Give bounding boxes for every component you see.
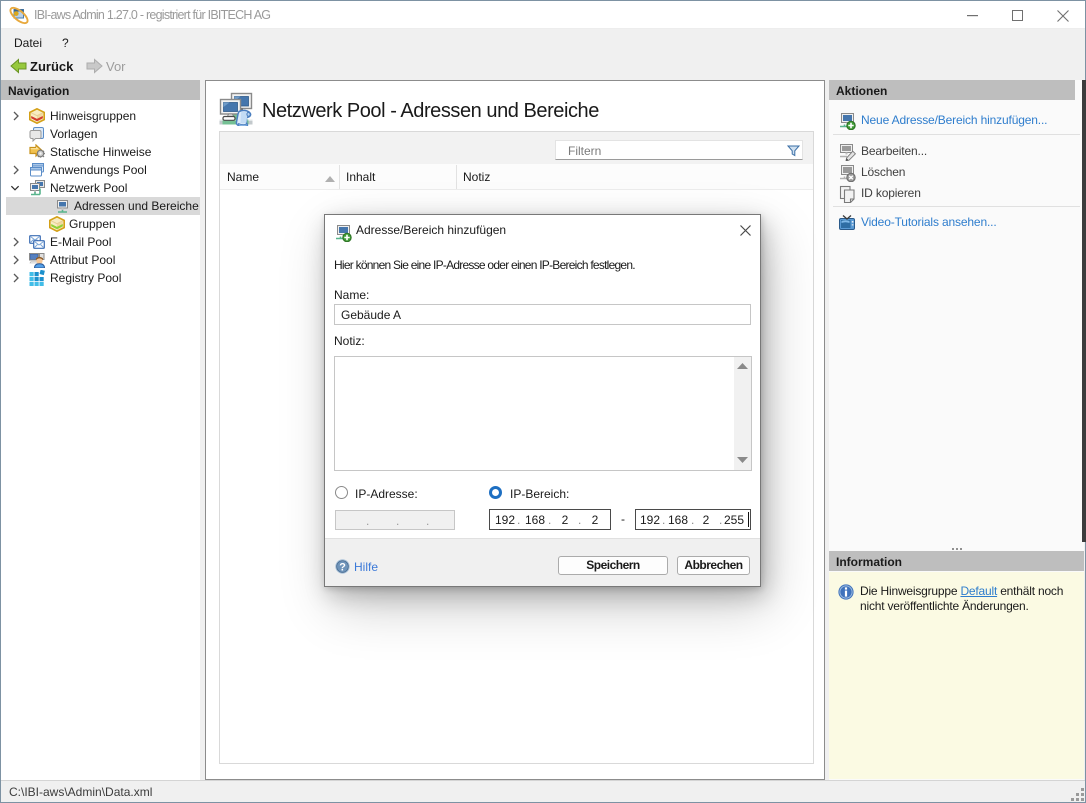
svg-text:?: ? [339,561,346,573]
